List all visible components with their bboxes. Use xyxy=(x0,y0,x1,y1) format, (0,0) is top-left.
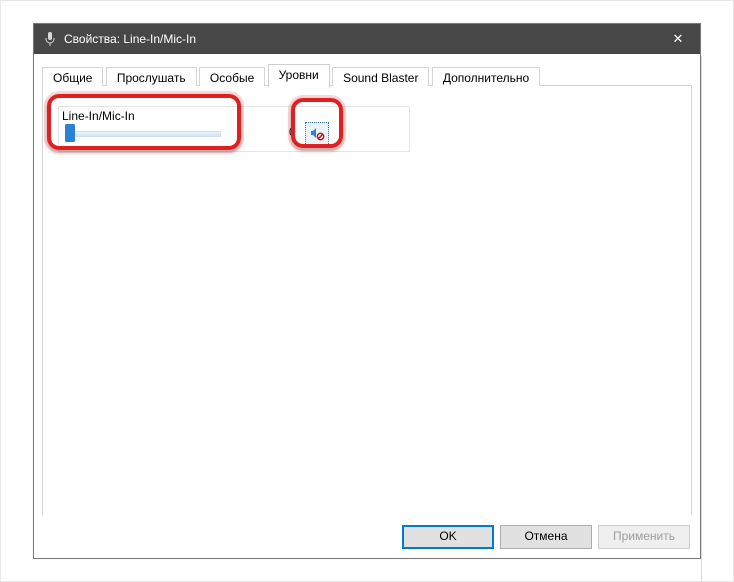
cancel-button[interactable]: Отмена xyxy=(500,525,592,549)
apply-button: Применить xyxy=(598,525,690,549)
close-button[interactable]: ✕ xyxy=(656,24,700,54)
window-shadow xyxy=(701,56,702,582)
desktop-root: Свойства: Line-In/Mic-In ✕ Общие Прослуш… xyxy=(0,0,734,582)
slider-thumb[interactable] xyxy=(65,124,75,142)
device-name-label: Line-In/Mic-In xyxy=(62,109,135,123)
window-title: Свойства: Line-In/Mic-In xyxy=(64,32,196,46)
tabpage-levels: Line-In/Mic-In 0 xyxy=(42,86,692,516)
ok-button[interactable]: OK xyxy=(402,525,494,549)
properties-window: Свойства: Line-In/Mic-In ✕ Общие Прослуш… xyxy=(33,23,701,559)
button-label: OK xyxy=(439,529,456,543)
tab-label: Sound Blaster xyxy=(343,71,418,85)
mute-button[interactable] xyxy=(305,122,329,146)
tab-label: Уровни xyxy=(279,68,319,82)
tab-label: Прослушать xyxy=(117,71,186,85)
close-icon: ✕ xyxy=(673,31,684,47)
dialog-footer: OK Отмена Применить xyxy=(34,515,700,558)
tab-label: Дополнительно xyxy=(443,71,529,85)
tab-label: Общие xyxy=(53,71,92,85)
tab-levels[interactable]: Уровни xyxy=(268,64,330,88)
volume-value: 0 xyxy=(289,125,296,139)
volume-slider[interactable] xyxy=(63,124,221,144)
tab-strip: Общие Прослушать Особые Уровни Sound Bla… xyxy=(42,64,692,86)
titlebar[interactable]: Свойства: Line-In/Mic-In ✕ xyxy=(34,24,700,54)
tab-label: Особые xyxy=(210,71,254,85)
speaker-muted-icon xyxy=(309,125,325,144)
levels-row: Line-In/Mic-In 0 xyxy=(58,106,410,152)
mic-icon xyxy=(42,31,58,47)
button-label: Отмена xyxy=(524,529,567,543)
button-label: Применить xyxy=(613,529,675,543)
slider-track xyxy=(71,131,221,137)
